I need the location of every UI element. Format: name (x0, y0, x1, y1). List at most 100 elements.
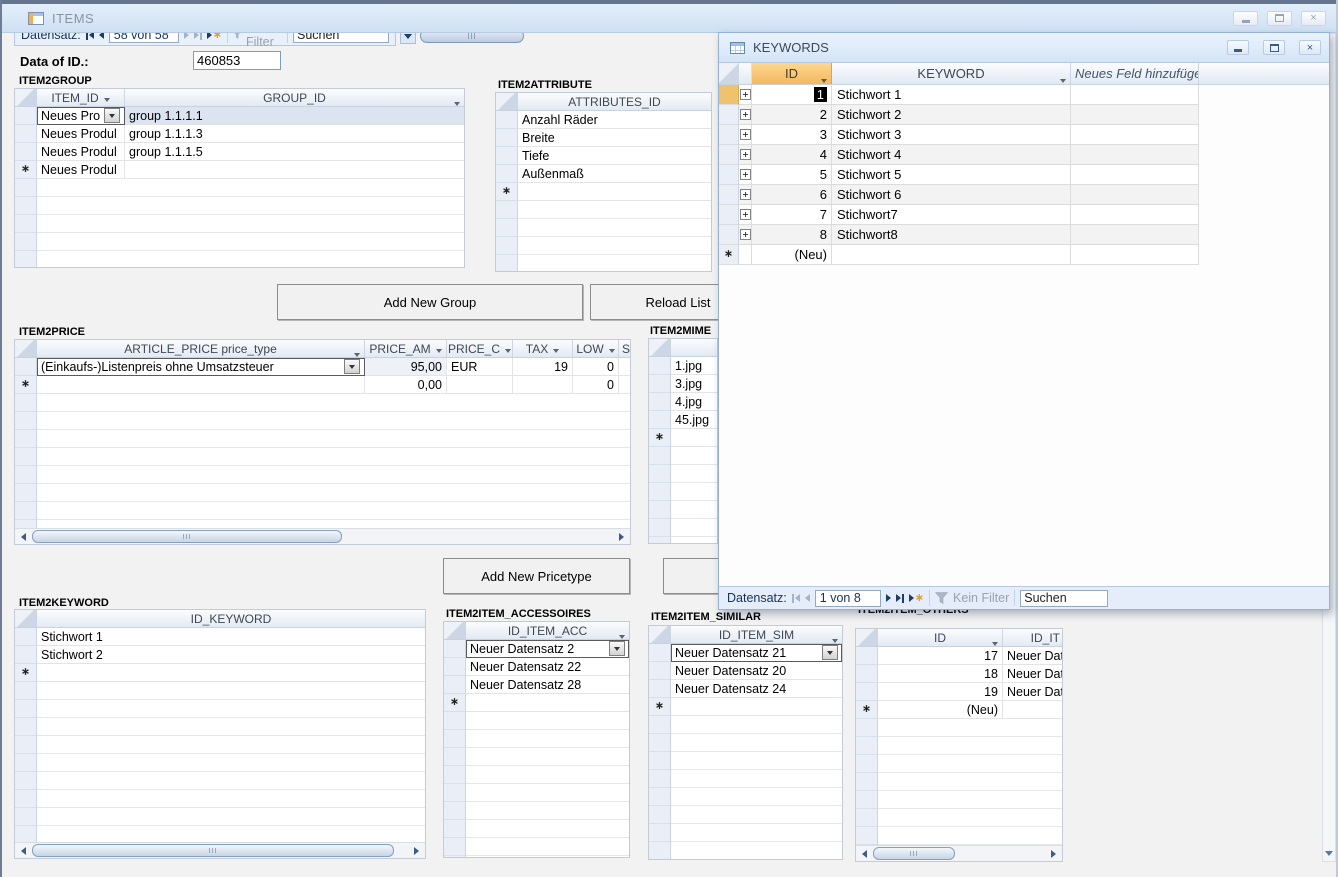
cell[interactable] (37, 664, 425, 682)
cell[interactable]: Anzahl Räder (518, 111, 711, 129)
scroll-down-arrow[interactable] (1323, 847, 1335, 860)
cell[interactable]: Stichwort7 (832, 205, 1071, 225)
scroll-track[interactable] (30, 844, 410, 858)
combo-dropdown-button[interactable] (822, 645, 838, 660)
column-header-id[interactable]: ID (878, 629, 1003, 646)
cell[interactable]: Breite (518, 129, 711, 147)
row-selector[interactable] (719, 125, 739, 145)
new-record-button[interactable]: ∗ (909, 591, 924, 605)
cell[interactable]: Stichwort 5 (832, 165, 1071, 185)
cell[interactable] (125, 161, 464, 179)
cell[interactable]: Neuer Datensatz 21 (671, 644, 842, 662)
column-header-id-item-acc[interactable]: ID_ITEM_ACC (466, 622, 629, 639)
select-all-corner[interactable] (649, 339, 671, 356)
cell[interactable] (671, 429, 717, 447)
new-row-selector[interactable]: ∗ (719, 245, 739, 265)
cell[interactable]: 19 (878, 683, 1003, 701)
cell[interactable] (37, 376, 365, 394)
minimize-button[interactable] (1227, 40, 1249, 55)
cell[interactable]: (Einkaufs-)Listenpreis ohne Umsatzsteuer (37, 358, 365, 376)
row-selector[interactable] (15, 107, 37, 125)
row-selector[interactable] (719, 165, 739, 185)
first-record-button[interactable] (792, 591, 800, 605)
cell[interactable]: 6 (752, 185, 832, 205)
select-all-corner[interactable] (719, 63, 739, 84)
cell[interactable] (832, 245, 1071, 265)
expand-icon[interactable] (740, 89, 751, 100)
cell[interactable]: 95,00 (365, 358, 447, 376)
new-row-selector[interactable]: ∗ (649, 698, 671, 716)
cell[interactable]: Stichwort 6 (832, 185, 1071, 205)
row-selector[interactable] (856, 665, 878, 683)
row-selector[interactable] (444, 658, 466, 676)
column-header-id[interactable]: ID (752, 63, 832, 84)
minimize-button[interactable] (1233, 11, 1258, 26)
column-header-s[interactable]: S (619, 340, 630, 357)
expand-icon[interactable] (740, 209, 751, 220)
maximize-button[interactable] (1267, 11, 1292, 26)
cell[interactable]: 7 (752, 205, 832, 225)
row-selector[interactable] (444, 640, 466, 658)
data-of-id-field[interactable] (193, 51, 281, 70)
close-button[interactable]: × (1301, 11, 1326, 26)
cell[interactable]: 3 (752, 125, 832, 145)
new-row-selector[interactable]: ∗ (496, 183, 518, 201)
expand-icon[interactable] (740, 229, 751, 240)
add-new-group-button[interactable]: Add New Group (277, 284, 583, 320)
row-selector[interactable] (719, 145, 739, 165)
scroll-left-arrow[interactable] (17, 530, 30, 543)
scrollbar-thumb[interactable] (32, 530, 342, 543)
cell[interactable]: 4 (752, 145, 832, 165)
row-selector[interactable] (15, 125, 37, 143)
cell[interactable] (1003, 701, 1062, 719)
cell[interactable]: Neuer Datensatz 22 (466, 658, 629, 676)
combo-dropdown-button[interactable] (609, 641, 625, 656)
next-record-button[interactable] (886, 591, 891, 605)
cell[interactable]: 0 (573, 358, 619, 376)
cell[interactable]: Neuer Daten (1003, 683, 1062, 701)
new-row-selector[interactable]: ∗ (856, 701, 878, 719)
row-selector[interactable] (15, 646, 37, 664)
row-selector[interactable] (15, 358, 37, 376)
scroll-right-arrow[interactable] (1047, 847, 1060, 860)
cell[interactable] (518, 183, 711, 201)
select-all-corner[interactable] (649, 626, 671, 643)
row-selector[interactable] (719, 185, 739, 205)
cell[interactable]: EUR (447, 358, 513, 376)
scroll-left-arrow[interactable] (858, 847, 871, 860)
cell[interactable]: 19 (513, 358, 573, 376)
column-header-id-item-sim[interactable]: ID_ITEM_SIM (671, 626, 842, 643)
cell[interactable]: 8 (752, 225, 832, 245)
expand-icon[interactable] (740, 129, 751, 140)
cell[interactable]: 1 (752, 85, 832, 105)
cell[interactable]: 1.jpg (671, 357, 717, 375)
cell[interactable]: Stichwort 2 (832, 105, 1071, 125)
cell[interactable]: 4.jpg (671, 393, 717, 411)
row-selector[interactable] (719, 205, 739, 225)
row-selector[interactable] (496, 129, 518, 147)
column-header-low[interactable]: LOW (573, 340, 619, 357)
row-selector[interactable] (856, 683, 878, 701)
row-selector[interactable] (649, 644, 671, 662)
row-selector[interactable] (649, 411, 671, 429)
record-position[interactable]: 1 von 8 (815, 590, 881, 607)
cell[interactable]: 18 (878, 665, 1003, 683)
cell[interactable] (1071, 205, 1199, 225)
cell[interactable] (1071, 245, 1199, 265)
close-button[interactable]: × (1299, 40, 1321, 55)
cell[interactable]: Neues Produl (37, 161, 125, 179)
new-row-selector[interactable]: ∗ (15, 664, 37, 682)
cell[interactable]: Neuer Datensatz 24 (671, 680, 842, 698)
cell[interactable]: Tiefe (518, 147, 711, 165)
cell[interactable] (1071, 145, 1199, 165)
cell[interactable] (1071, 165, 1199, 185)
previous-record-button[interactable] (805, 591, 810, 605)
cell[interactable] (1071, 125, 1199, 145)
combo-dropdown-button[interactable] (104, 108, 120, 123)
cell[interactable]: Außenmaß (518, 165, 711, 183)
row-selector[interactable] (719, 225, 739, 245)
cell[interactable]: Stichwort8 (832, 225, 1071, 245)
row-selector[interactable] (649, 662, 671, 680)
new-row-selector[interactable]: ∗ (649, 429, 671, 447)
cell[interactable]: (Neu) (878, 701, 1003, 719)
